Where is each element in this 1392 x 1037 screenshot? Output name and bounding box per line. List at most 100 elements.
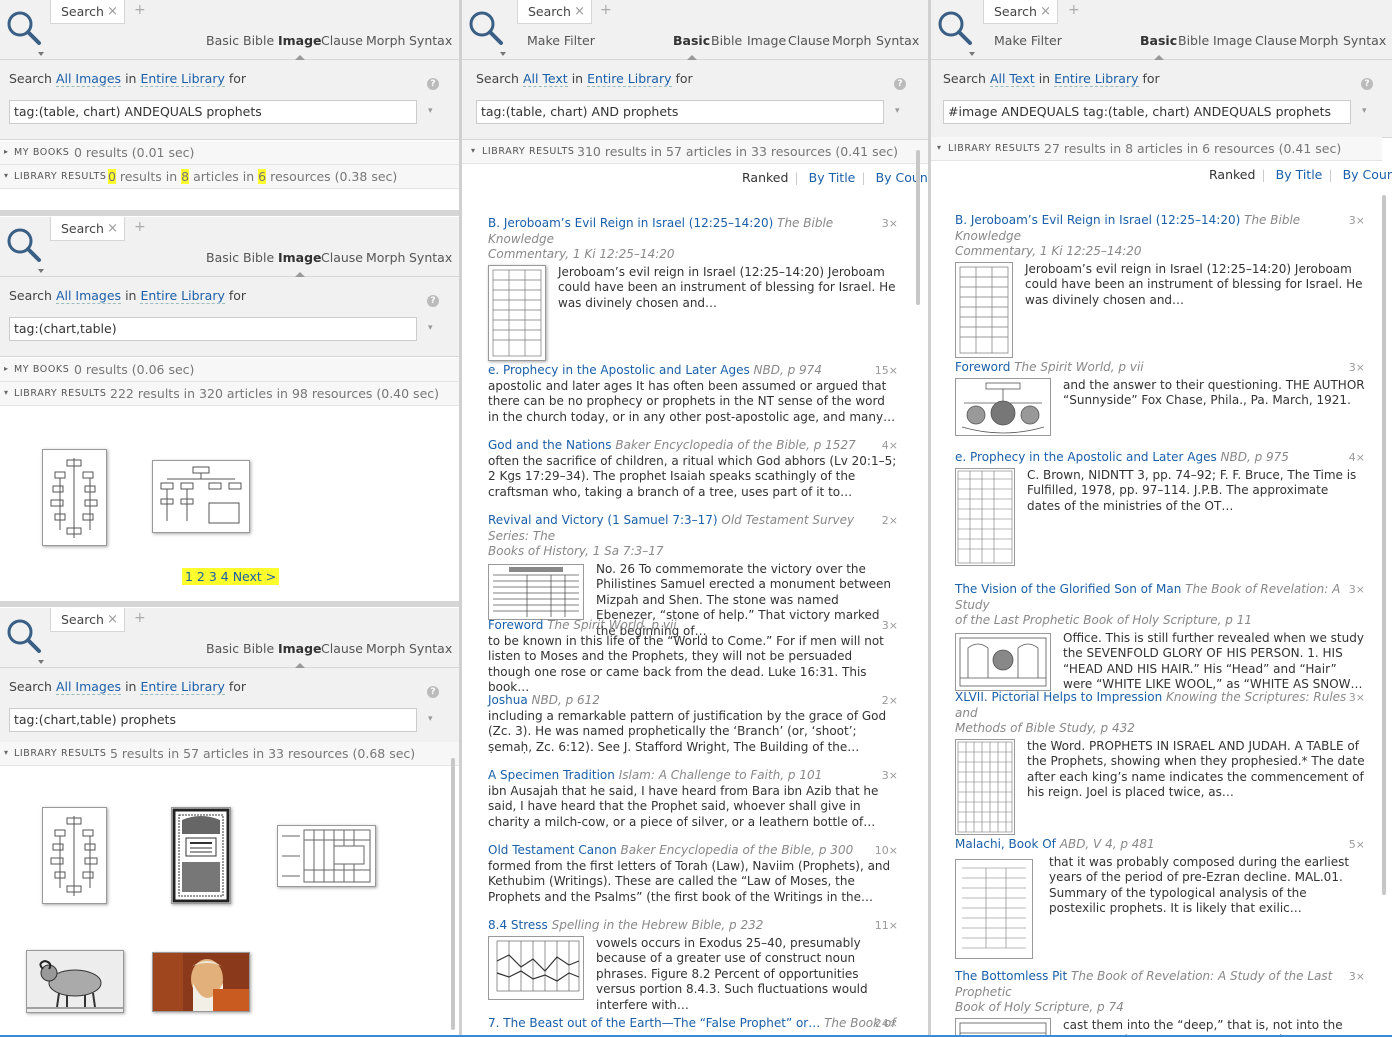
- mode-syntax[interactable]: Syntax: [409, 33, 452, 48]
- close-tab-icon[interactable]: ×: [1040, 4, 1051, 19]
- result-title[interactable]: Revival and Victory (1 Samuel 7:3–17): [488, 513, 718, 527]
- image-thumbnail-ram[interactable]: [26, 950, 124, 1013]
- mode-basic[interactable]: Basic: [206, 641, 239, 656]
- search-icon[interactable]: [6, 10, 44, 56]
- search-icon[interactable]: [468, 10, 506, 56]
- sort-by-title[interactable]: By Title: [1276, 167, 1323, 182]
- tab-search[interactable]: Search ×: [50, 0, 125, 24]
- result-title[interactable]: 7. The Beast out of the Earth—The “False…: [488, 1016, 820, 1030]
- result-title[interactable]: 8.4 Stress: [488, 918, 548, 932]
- mode-syntax[interactable]: Syntax: [876, 33, 919, 48]
- result-item[interactable]: XLVII. Pictorial Helps to Impression Kno…: [955, 690, 1365, 839]
- result-title[interactable]: Foreword: [955, 360, 1010, 374]
- image-thumbnail-bible-title-page[interactable]: [171, 807, 231, 904]
- search-input[interactable]: tag:(chart,table): [9, 317, 417, 341]
- result-item[interactable]: B. Jeroboam’s Evil Reign in Israel (12:2…: [955, 213, 1365, 358]
- library-results-section[interactable]: ▾ LIBRARY RESULTS 27 results in 8 articl…: [931, 137, 1382, 161]
- result-thumbnail[interactable]: [955, 738, 1015, 835]
- library-link[interactable]: Entire Library: [140, 288, 225, 304]
- mode-basic[interactable]: Basic: [1140, 33, 1177, 60]
- result-item[interactable]: Foreword The Spirit World, p vii 3× and …: [955, 360, 1365, 438]
- result-title[interactable]: XLVII. Pictorial Helps to Impression: [955, 690, 1162, 704]
- new-tab-icon[interactable]: +: [1068, 2, 1080, 18]
- search-icon[interactable]: [937, 10, 975, 56]
- history-dropdown-icon[interactable]: ▾: [428, 323, 433, 333]
- search-input[interactable]: #image ANDEQUALS tag:(table, chart) ANDE…: [943, 100, 1351, 124]
- scrollbar[interactable]: [451, 758, 455, 1030]
- tab-search[interactable]: Search ×: [50, 217, 125, 241]
- help-icon[interactable]: ?: [427, 295, 439, 307]
- result-title[interactable]: Old Testament Canon: [488, 843, 617, 857]
- result-item[interactable]: A Specimen Tradition Islam: A Challenge …: [488, 768, 898, 830]
- image-thumbnail-prophet-painting[interactable]: [152, 952, 250, 1012]
- mode-morph[interactable]: Morph: [832, 33, 871, 48]
- scrollbar[interactable]: [916, 150, 920, 305]
- result-thumbnail[interactable]: [488, 264, 546, 361]
- mode-clause[interactable]: Clause: [321, 33, 363, 48]
- my-books-section[interactable]: ▸ MY BOOKS 0 results (0.06 sec): [0, 358, 459, 382]
- result-title[interactable]: B. Jeroboam’s Evil Reign in Israel (12:2…: [488, 216, 773, 230]
- search-icon[interactable]: [6, 618, 44, 664]
- mode-image[interactable]: Image: [278, 641, 322, 668]
- pagination[interactable]: 1 2 3 4 Next >: [182, 568, 280, 585]
- result-thumbnail[interactable]: [955, 632, 1051, 691]
- result-item[interactable]: God and the Nations Baker Encyclopedia o…: [488, 438, 898, 500]
- mode-morph[interactable]: Morph: [1299, 33, 1338, 48]
- library-results-section[interactable]: ▾ LIBRARY RESULTS 310 results in 57 arti…: [462, 140, 928, 164]
- help-icon[interactable]: ?: [894, 78, 906, 90]
- search-input[interactable]: tag:(chart,table) prophets: [9, 708, 417, 732]
- history-dropdown-icon[interactable]: ▾: [428, 106, 433, 116]
- sort-ranked[interactable]: Ranked: [742, 170, 788, 185]
- result-title[interactable]: Joshua: [488, 693, 528, 707]
- sort-by-count[interactable]: By Count: [876, 170, 928, 185]
- result-item[interactable]: e. Prophecy in the Apostolic and Later A…: [955, 450, 1365, 568]
- scrollbar[interactable]: [1382, 195, 1386, 895]
- mode-bible[interactable]: Bible: [243, 33, 274, 48]
- make-filter-button[interactable]: Make Filter: [527, 33, 595, 48]
- new-tab-icon[interactable]: +: [134, 610, 146, 626]
- result-item[interactable]: Joshua NBD, p 612 2× including a remarka…: [488, 693, 898, 755]
- result-title[interactable]: Foreword: [488, 618, 543, 632]
- scope-link[interactable]: All Images: [55, 679, 122, 695]
- library-results-section[interactable]: ▾ LIBRARY RESULTS 222 results in 320 art…: [0, 382, 459, 406]
- new-tab-icon[interactable]: +: [600, 2, 612, 18]
- pane-divider[interactable]: [0, 210, 459, 216]
- result-item[interactable]: e. Prophecy in the Apostolic and Later A…: [488, 363, 898, 425]
- mode-basic[interactable]: Basic: [206, 250, 239, 265]
- tab-search[interactable]: Search ×: [50, 608, 125, 632]
- library-link[interactable]: Entire Library: [587, 71, 672, 87]
- help-icon[interactable]: ?: [427, 686, 439, 698]
- result-item[interactable]: Malachi, Book Of ABD, V 4, p 481 5× that…: [955, 837, 1365, 965]
- mode-morph[interactable]: Morph: [366, 33, 405, 48]
- sort-ranked[interactable]: Ranked: [1209, 167, 1255, 182]
- search-input[interactable]: tag:(table, chart) ANDEQUALS prophets: [9, 100, 417, 124]
- mode-bible[interactable]: Bible: [243, 250, 274, 265]
- result-item[interactable]: Foreword The Spirit World, p vii 3× to b…: [488, 618, 898, 696]
- close-tab-icon[interactable]: ×: [574, 4, 585, 19]
- mode-clause[interactable]: Clause: [1255, 33, 1297, 48]
- mode-morph[interactable]: Morph: [366, 250, 405, 265]
- result-item[interactable]: Old Testament Canon Baker Encyclopedia o…: [488, 843, 898, 905]
- mode-bible[interactable]: Bible: [711, 33, 742, 48]
- result-item[interactable]: The Bottomless Pit The Book of Revelatio…: [955, 969, 1365, 1035]
- mode-bible[interactable]: Bible: [243, 641, 274, 656]
- mode-image[interactable]: Image: [747, 33, 786, 48]
- result-thumbnail[interactable]: [955, 467, 1015, 566]
- result-title[interactable]: B. Jeroboam’s Evil Reign in Israel (12:2…: [955, 213, 1240, 227]
- mode-clause[interactable]: Clause: [321, 250, 363, 265]
- mode-image[interactable]: Image: [1213, 33, 1252, 48]
- image-thumbnail-chart[interactable]: [42, 449, 107, 546]
- close-tab-icon[interactable]: ×: [107, 4, 118, 19]
- result-title[interactable]: e. Prophecy in the Apostolic and Later A…: [955, 450, 1217, 464]
- mode-syntax[interactable]: Syntax: [409, 641, 452, 656]
- mode-clause[interactable]: Clause: [788, 33, 830, 48]
- sort-by-count[interactable]: By Count: [1343, 167, 1392, 182]
- search-input[interactable]: tag:(table, chart) AND prophets: [476, 100, 884, 124]
- image-thumbnail-table[interactable]: [152, 460, 250, 533]
- result-title[interactable]: The Bottomless Pit: [955, 969, 1067, 983]
- result-title[interactable]: God and the Nations: [488, 438, 612, 452]
- result-title[interactable]: Malachi, Book Of: [955, 837, 1056, 851]
- image-thumbnail-prophets-table[interactable]: [277, 825, 376, 887]
- mode-bible[interactable]: Bible: [1178, 33, 1209, 48]
- result-item[interactable]: The Vision of the Glorified Son of Man T…: [955, 582, 1365, 695]
